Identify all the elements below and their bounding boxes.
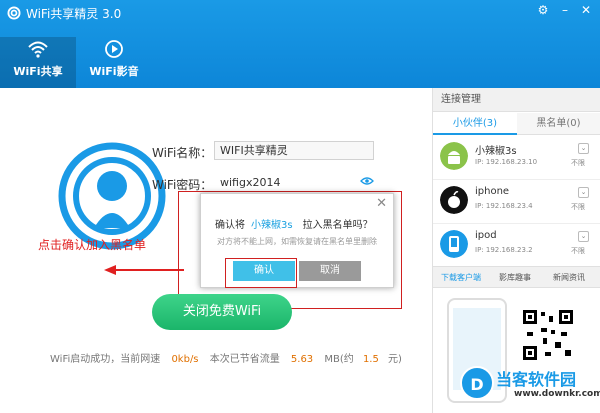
eye-icon[interactable]: [360, 176, 374, 186]
wifi-name-label: WiFi名称：: [152, 146, 213, 160]
app-logo-icon: [7, 6, 21, 20]
tab-blacklist[interactable]: 黑名单(0): [517, 113, 600, 135]
status-speed: 0kb/s: [171, 354, 199, 365]
main-panel: WiFi名称： WIFI共享精灵 WiFi密码： wifigx2014 点击确认…: [0, 88, 432, 413]
promo-tab-media[interactable]: 影库趣事: [499, 267, 531, 288]
cancel-button[interactable]: 取消: [299, 261, 361, 281]
device-item[interactable]: iphone IP: 192.168.23.4 不限 ⌄: [433, 180, 600, 224]
status-yuan: 1.5: [362, 354, 379, 365]
dialog-subtext: 对方将不能上网，如需恢复请在黑名单里删除: [217, 237, 377, 246]
dialog-question-prefix: 确认将: [215, 220, 245, 231]
device-name: ipod: [475, 230, 497, 241]
android-icon: [440, 142, 468, 170]
status-mb-approx: MB(约: [324, 354, 354, 365]
tab-partners[interactable]: 小伙伴(3): [433, 113, 517, 135]
tab-wifi-media-label: WiFi影音: [89, 65, 139, 78]
annotation-frame-confirm: [225, 258, 297, 288]
device-ip: IP: 192.168.23.4: [475, 202, 533, 210]
status-saved-mb: 5.63: [290, 354, 314, 365]
status-saved-label: 本次已节省流量: [209, 354, 280, 365]
tab-wifi-media[interactable]: WiFi影音: [76, 37, 152, 88]
apple-icon: [440, 186, 468, 214]
watermark-logo-icon: D: [460, 366, 494, 400]
annotation-arrow-icon: [104, 265, 184, 275]
device-limit: 不限: [571, 159, 585, 167]
chevron-down-icon[interactable]: ⌄: [578, 143, 589, 154]
dialog-close-icon[interactable]: ✕: [376, 196, 387, 211]
promo-tab-news[interactable]: 新闻资讯: [553, 267, 585, 288]
promo-tab-download[interactable]: 下载客户端: [441, 267, 481, 288]
device-ip: IP: 192.168.23.10: [475, 158, 538, 166]
annotation-text: 点击确认加入黑名单: [38, 238, 147, 252]
device-limit: 不限: [571, 247, 585, 255]
wifi-password-field[interactable]: wifigx2014: [214, 173, 374, 192]
window-title: WiFi共享精灵 3.0: [26, 7, 122, 21]
watermark-url: www.downkr.com: [514, 389, 600, 399]
status-line: WiFi启动成功，当前网速 0kb/s 本次已节省流量 5.63 MB(约 1.…: [50, 350, 402, 365]
device-item[interactable]: 小辣椒3s IP: 192.168.23.10 不限 ⌄: [433, 136, 600, 180]
device-name: iphone: [475, 186, 510, 197]
close-free-wifi-button[interactable]: 关闭免费WiFi: [152, 294, 292, 330]
gear-icon[interactable]: ⚙: [534, 2, 552, 18]
status-yuan-unit: 元): [388, 354, 402, 365]
device-name: 小辣椒3s: [475, 146, 517, 157]
ipod-icon: [440, 230, 468, 258]
status-prefix: WiFi启动成功，当前网速: [50, 354, 161, 365]
watermark-text: 当客软件园: [496, 370, 577, 389]
wifi-share-logo-icon: [58, 142, 166, 250]
qr-code-icon: [521, 308, 575, 362]
tab-wifi-share-label: WiFi共享: [13, 65, 63, 78]
dialog-device-name: 小辣椒3s: [251, 220, 293, 231]
dialog-question: 确认将 小辣椒3s 拉入黑名单吗？: [215, 216, 373, 231]
minimize-icon[interactable]: –: [556, 2, 574, 18]
device-limit: 不限: [571, 203, 585, 211]
close-icon[interactable]: ✕: [577, 2, 595, 18]
chevron-down-icon[interactable]: ⌄: [578, 187, 589, 198]
dialog-question-suffix: 拉入黑名单吗？: [302, 220, 373, 231]
play-icon: [105, 40, 123, 58]
title-bar: WiFi共享精灵 3.0 ⚙ – ✕ WiFi共享 WiFi影音: [0, 0, 600, 88]
site-watermark: D 当客软件园 www.downkr.com: [458, 362, 600, 413]
device-ip: IP: 192.168.23.2: [475, 246, 533, 254]
wifi-icon: [28, 41, 48, 58]
sidebar-title: 连接管理: [433, 88, 600, 112]
wifi-name-field[interactable]: WIFI共享精灵: [214, 141, 374, 160]
promo-tabs: 下载客户端 影库趣事 新闻资讯: [433, 266, 600, 288]
device-item[interactable]: ipod IP: 192.168.23.2 不限 ⌄: [433, 224, 600, 268]
chevron-down-icon[interactable]: ⌄: [578, 231, 589, 242]
tab-wifi-share[interactable]: WiFi共享: [0, 37, 76, 88]
